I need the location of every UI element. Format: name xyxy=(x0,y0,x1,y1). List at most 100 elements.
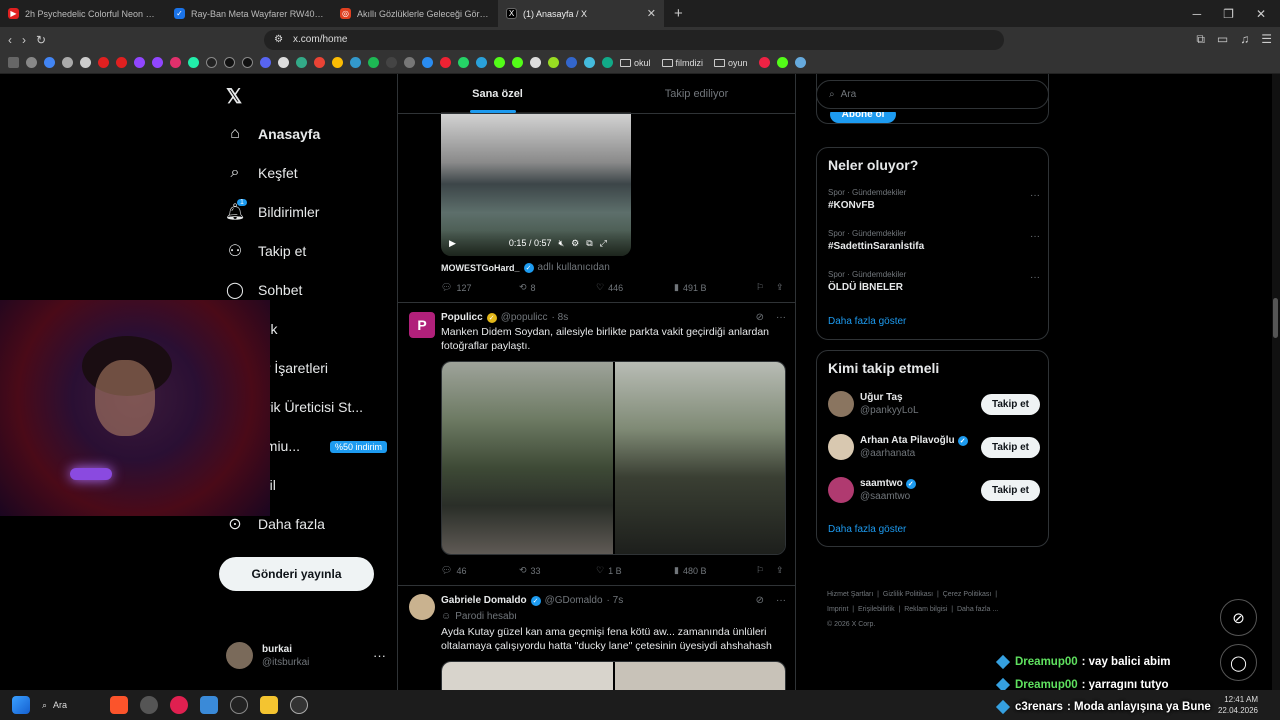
bookmark-icon[interactable] xyxy=(794,57,806,68)
follow-button[interactable]: Takip et xyxy=(980,393,1040,415)
sidebar-icon[interactable]: ▭ xyxy=(1217,32,1228,47)
drive-icon[interactable] xyxy=(332,57,343,68)
instagram-icon[interactable] xyxy=(170,57,181,68)
bookmark-icon[interactable] xyxy=(62,57,73,68)
apps-icon[interactable] xyxy=(8,57,19,68)
youtube-icon[interactable] xyxy=(98,57,109,68)
views-button[interactable]: ▮ 491 B xyxy=(674,282,756,293)
footer-link[interactable]: Hizmet Şartları xyxy=(827,591,873,598)
post-button[interactable]: Gönderi yayınla xyxy=(219,557,374,591)
more-dots-icon[interactable]: ··· xyxy=(1030,190,1040,201)
bookmark-folder-filmdizi[interactable]: filmdizi xyxy=(661,58,703,68)
footer-link[interactable]: Çerez Politikası xyxy=(943,591,992,598)
bookmark-icon[interactable] xyxy=(602,57,613,68)
follow-button[interactable]: Takip et xyxy=(980,436,1040,458)
app-icon[interactable] xyxy=(140,696,158,714)
taskbar-search[interactable]: ⌕ Ara xyxy=(42,700,98,711)
trend-item[interactable]: Spor · Gündemdekiler #SadettinSaranİstifa… xyxy=(828,229,1040,252)
minimize-icon[interactable]: ─ xyxy=(1193,7,1202,21)
forward-icon[interactable]: › xyxy=(22,33,26,47)
footer-link[interactable]: Imprint xyxy=(827,606,848,613)
close-tab-icon[interactable]: ✕ xyxy=(647,7,656,20)
bookmark-icon[interactable] xyxy=(350,57,361,68)
repost-button[interactable]: ⟲ 33 xyxy=(519,565,596,576)
mute-icon[interactable]: 🔇︎ xyxy=(558,238,564,249)
bookmark-icon[interactable] xyxy=(530,57,541,68)
browser-tab-2[interactable]: ✓ Ray-Ban Meta Wayfarer RW4006 601 xyxy=(166,0,332,27)
nav-item-notifications[interactable]: 🔔︎ 1 Bildirimler xyxy=(225,199,319,221)
google-icon[interactable] xyxy=(44,57,55,68)
system-clock[interactable]: 12:41 AM 22.04.2026 xyxy=(1218,694,1280,716)
messages-fab-button[interactable]: ◯ xyxy=(1220,644,1257,681)
show-more-follow-link[interactable]: Daha fazla göster xyxy=(828,524,906,535)
trend-item[interactable]: Spor · Gündemdekiler ÖLDÜ İBNELER ··· xyxy=(828,270,1040,293)
search-input[interactable]: ⌕ Ara xyxy=(816,80,1049,109)
post-photo[interactable] xyxy=(442,662,613,690)
follow-suggestion[interactable]: Uğur Taş @pankyyLoL Takip et xyxy=(828,391,1040,417)
show-more-trends-link[interactable]: Daha fazla göster xyxy=(828,316,906,327)
bookmark-icon[interactable] xyxy=(422,57,433,68)
follow-button[interactable]: Takip et xyxy=(980,479,1040,501)
footer-link[interactable]: Gizlilik Politikası xyxy=(883,591,933,598)
author-handle[interactable]: @populicc xyxy=(501,312,548,323)
scrollbar-thumb[interactable] xyxy=(1273,298,1278,338)
account-switcher[interactable]: burkai @itsburkai ··· xyxy=(226,642,386,669)
browser-tab-active[interactable]: X (1) Anasayfa / X ✕ xyxy=(498,0,664,27)
nav-item-home[interactable]: ⌂ Anasayfa xyxy=(226,125,320,143)
grok-icon[interactable]: ⊘ xyxy=(756,595,764,606)
menu-icon[interactable]: ☰ xyxy=(1261,32,1272,47)
nav-item-explore[interactable]: ⌕ Keşfet xyxy=(226,164,298,182)
fullscreen-icon[interactable]: ⤢ xyxy=(600,238,607,249)
nav-item-follow[interactable]: ⚇ Takip et xyxy=(226,242,306,260)
post-photo[interactable] xyxy=(614,662,785,690)
nav-item-more[interactable]: ⊙ Daha fazla xyxy=(226,515,325,533)
telegram-icon[interactable] xyxy=(476,57,487,68)
bookmark-icon[interactable] xyxy=(26,57,37,68)
back-icon[interactable]: ‹ xyxy=(8,33,12,47)
author-name[interactable]: Populicc xyxy=(441,312,483,323)
bookmark-button[interactable]: ⚐ xyxy=(756,565,776,576)
more-dots-icon[interactable]: ··· xyxy=(1030,272,1040,283)
close-window-icon[interactable]: ✕ xyxy=(1256,7,1266,21)
more-dots-icon[interactable]: ··· xyxy=(373,648,386,663)
site-settings-icon[interactable]: ⚙ xyxy=(274,34,283,45)
bookmark-icon[interactable] xyxy=(584,57,595,68)
browser-tab-1[interactable]: ▶ 2h Psychedelic Colorful Neon Backgr xyxy=(0,0,166,27)
repost-button[interactable]: ⟲ 8 xyxy=(519,282,596,293)
post-time[interactable]: · 7s xyxy=(607,595,624,606)
play-icon[interactable]: ▶ xyxy=(449,238,456,249)
kick-icon[interactable] xyxy=(776,57,788,68)
kick-icon[interactable] xyxy=(512,57,523,68)
post-time[interactable]: · 8s xyxy=(552,312,569,323)
reply-button[interactable]: 💬︎ 127 xyxy=(441,282,519,293)
settings-icon[interactable]: ⚙ xyxy=(571,238,579,249)
whatsapp-icon[interactable] xyxy=(458,57,469,68)
tiktok-icon[interactable] xyxy=(224,57,235,68)
app-icon[interactable] xyxy=(290,696,308,714)
file-explorer-icon[interactable] xyxy=(260,696,278,714)
post-media[interactable] xyxy=(441,661,786,690)
post-photo[interactable] xyxy=(614,362,785,554)
tab-for-you[interactable]: Sana özel xyxy=(398,74,597,113)
bookmark-folder-okul[interactable]: okul xyxy=(620,58,651,68)
new-tab-button[interactable]: + xyxy=(664,5,693,22)
like-button[interactable]: ♡ 1 B xyxy=(596,565,674,576)
bookmark-icon[interactable] xyxy=(566,57,577,68)
follow-suggestion[interactable]: saamtwo ✓ @saamtwo Takip et xyxy=(828,477,1040,503)
twitch-icon[interactable] xyxy=(152,57,163,68)
media-icon[interactable]: ♫ xyxy=(1240,32,1249,47)
views-button[interactable]: ▮ 480 B xyxy=(674,565,756,576)
bookmark-icon[interactable] xyxy=(386,57,397,68)
more-dots-icon[interactable]: ··· xyxy=(776,312,786,323)
kick-icon[interactable] xyxy=(494,57,505,68)
gmail-icon[interactable] xyxy=(314,57,325,68)
nav-item-chat[interactable]: ◯ Sohbet xyxy=(226,281,302,299)
windows-start-icon[interactable] xyxy=(12,696,30,714)
footer-link[interactable]: Reklam bilgisi xyxy=(904,606,947,613)
tab-following[interactable]: Takip ediliyor xyxy=(597,74,795,113)
bookmark-button[interactable]: ⚐ xyxy=(756,282,776,293)
bookmark-folder-oyun[interactable]: oyun xyxy=(714,58,748,68)
share-icon[interactable]: ⇪ xyxy=(776,565,784,576)
post-photo[interactable] xyxy=(442,362,613,554)
grok-fab-button[interactable]: ⊘ xyxy=(1220,599,1257,636)
